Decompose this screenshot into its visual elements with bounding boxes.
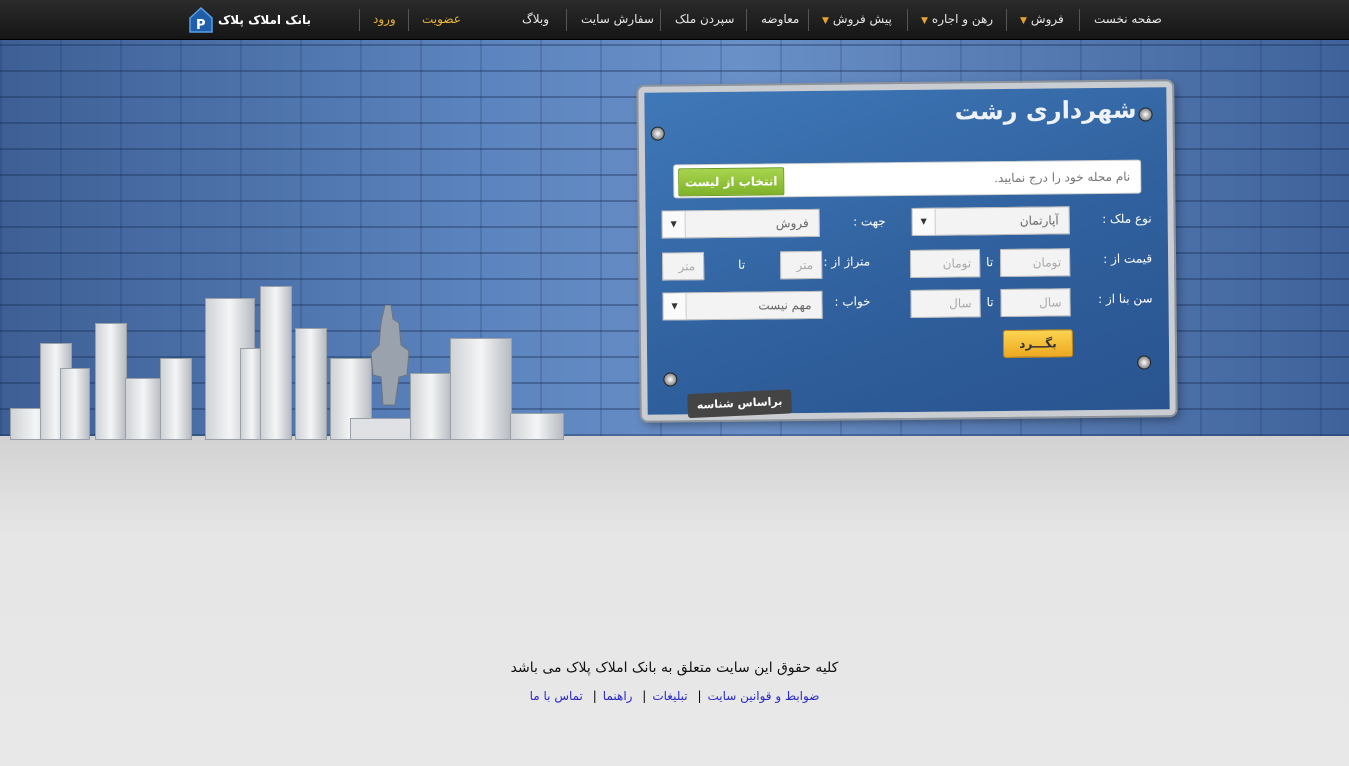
property-type-label: نوع ملک : <box>1102 211 1152 226</box>
area-label: متراژ از : <box>823 254 871 269</box>
divider: | <box>592 689 597 703</box>
screw-icon <box>1138 107 1153 122</box>
nav-item-site-order[interactable]: سفارش سایت <box>581 0 654 39</box>
search-submit-button[interactable]: بگـــرد <box>1002 329 1074 358</box>
nav-item-rent[interactable]: ▼ رهن و اجاره <box>921 0 993 39</box>
chevron-down-icon: ▼ <box>912 208 936 235</box>
chevron-down-icon: ▼ <box>663 293 687 320</box>
chevron-down-icon: ▼ <box>662 211 686 238</box>
footer-link-terms[interactable]: ضوابط و قوانین سایت <box>708 689 820 703</box>
nav-divider <box>746 9 747 31</box>
logo-text: بانک املاک پلاک <box>218 12 312 27</box>
nav-divider <box>1006 9 1007 31</box>
chevron-down-icon: ▼ <box>921 16 928 26</box>
nav-divider <box>907 9 908 31</box>
top-nav-bar: P بانک املاک پلاک ورود عضویت وبلاگ سفارش… <box>0 0 1349 40</box>
nav-item-sale[interactable]: ▼ فروش <box>1020 0 1064 39</box>
sign-title: شهرداری رشت <box>954 95 1137 126</box>
chevron-down-icon: ▼ <box>822 16 829 26</box>
horse-statue-icon <box>370 305 410 406</box>
page-floor-background <box>0 436 1349 766</box>
house-logo-icon: P <box>188 6 214 34</box>
nav-label: پیش فروش <box>832 12 892 26</box>
nav-divider <box>660 9 661 31</box>
nav-divider <box>359 9 360 31</box>
nav-item-blog[interactable]: وبلاگ <box>522 0 549 39</box>
price-from-input[interactable]: تومان <box>999 248 1071 278</box>
copyright-text: کلیه حقوق این سایت متعلق به بانک املاک پ… <box>510 660 839 676</box>
screw-icon <box>650 126 665 141</box>
nav-item-exchange[interactable]: معاوضه <box>761 0 799 39</box>
search-by-id-tab[interactable]: براساس شناسه <box>687 389 793 419</box>
direction-select[interactable]: ▼ فروش <box>661 208 820 239</box>
age-from-input[interactable]: سال <box>1000 288 1071 318</box>
city-skyline-illustration <box>0 270 564 440</box>
screw-icon <box>1137 355 1152 370</box>
screw-icon <box>663 372 678 387</box>
bedroom-value: مهم نیست <box>758 298 812 313</box>
footer-link-contact[interactable]: تماس با ما <box>530 689 583 703</box>
nav-item-list-property[interactable]: سپردن ملک <box>675 0 734 39</box>
area-to-input[interactable]: متر <box>662 252 705 281</box>
property-type-value: آپارتمان <box>1019 213 1059 228</box>
site-logo[interactable]: P بانک املاک پلاک <box>188 4 311 35</box>
svg-text:P: P <box>196 18 206 33</box>
footer-link-ads[interactable]: تبلیغات <box>652 689 687 703</box>
neighborhood-search-box: انتخاب از لیست <box>673 159 1142 199</box>
neighborhood-search-input[interactable] <box>784 160 1141 197</box>
to-label: تا <box>738 257 746 272</box>
nav-item-presale[interactable]: ▼ پیش فروش <box>822 0 892 39</box>
price-label: قیمت از : <box>1103 251 1153 266</box>
nav-divider <box>566 9 567 31</box>
divider: | <box>642 689 647 703</box>
search-sign-panel: شهرداری رشت انتخاب از لیست نوع ملک : ▼ آ… <box>638 81 1176 421</box>
footer-link-help[interactable]: راهنما <box>603 689 633 703</box>
to-label: تا <box>986 295 994 310</box>
price-to-input[interactable]: تومان <box>909 249 981 278</box>
direction-value: فروش <box>775 216 809 231</box>
age-to-input[interactable]: سال <box>910 289 981 318</box>
choose-from-list-button[interactable]: انتخاب از لیست <box>678 167 785 197</box>
nav-label: رهن و اجاره <box>931 12 994 26</box>
nav-divider <box>1079 9 1080 31</box>
nav-item-home[interactable]: صفحه نخست <box>1094 0 1162 39</box>
nav-divider <box>408 9 409 31</box>
divider: | <box>697 689 702 703</box>
to-label: تا <box>986 255 994 270</box>
signup-link[interactable]: عضویت <box>422 0 461 39</box>
direction-label: جهت : <box>853 214 886 229</box>
nav-label: فروش <box>1030 12 1064 26</box>
building-age-label: سن بنا از : <box>1098 291 1153 307</box>
login-link[interactable]: ورود <box>373 0 396 39</box>
footer-links: ضوابط و قوانین سایت | تبلیغات | راهنما | تم… <box>0 689 1349 703</box>
area-from-input[interactable]: متر <box>779 250 823 280</box>
property-type-select[interactable]: ▼ آپارتمان <box>911 206 1070 236</box>
bedroom-label: خواب : <box>834 294 871 309</box>
chevron-down-icon: ▼ <box>1020 16 1027 26</box>
nav-divider <box>808 9 809 31</box>
bedroom-select[interactable]: ▼ مهم نیست <box>662 290 823 321</box>
